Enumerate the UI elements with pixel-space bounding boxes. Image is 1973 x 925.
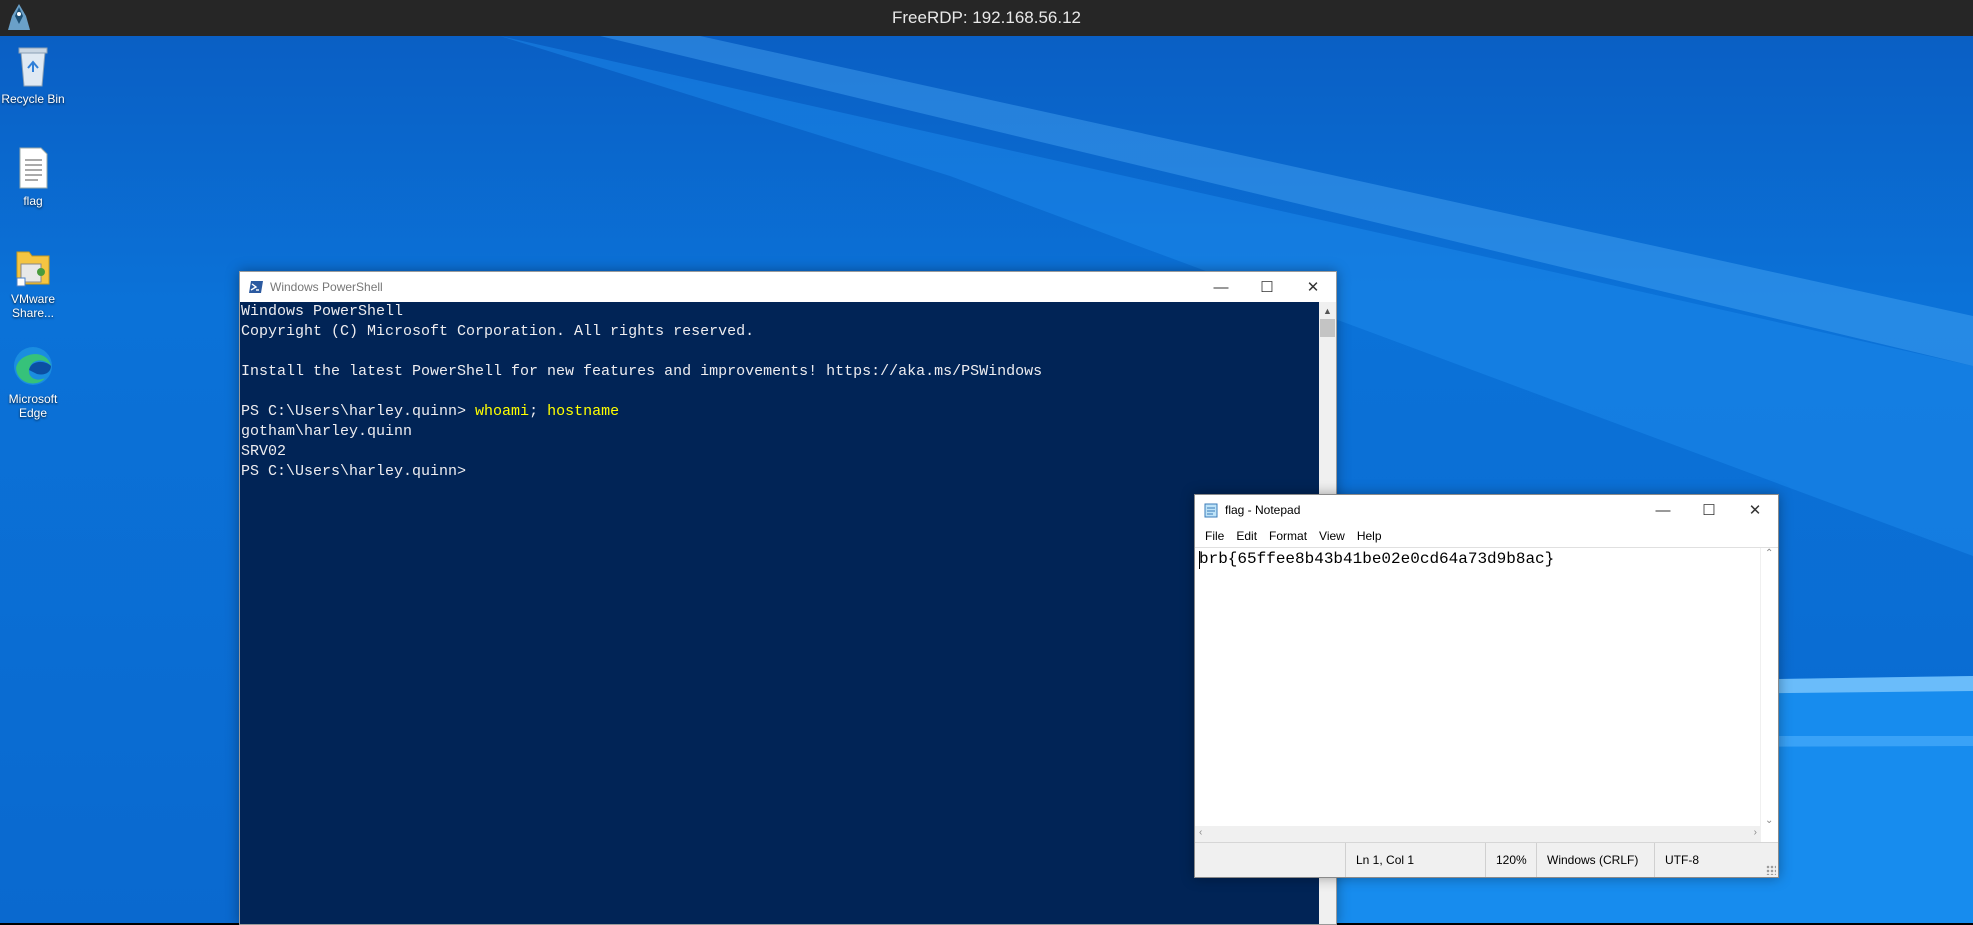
menu-view[interactable]: View xyxy=(1313,529,1351,543)
freerdp-logo-icon xyxy=(8,4,30,30)
rdp-title-bar[interactable]: FreeRDP: 192.168.56.12 xyxy=(0,0,1973,36)
desktop-icon-label: VMware Share... xyxy=(10,292,55,320)
command-hostname: hostname xyxy=(547,403,620,420)
console-line: Install the latest PowerShell for new fe… xyxy=(241,363,1043,380)
notepad-text-area[interactable]: brb{65ffee8b43b41be02e0cd64a73d9b8ac} ⌃ … xyxy=(1195,547,1778,843)
close-button[interactable]: ✕ xyxy=(1732,495,1778,525)
desktop-icon-vmware-share[interactable]: VMware Share... xyxy=(0,242,68,320)
status-position-text: Ln 1, Col 1 xyxy=(1356,853,1415,867)
console-blank-line: ​ xyxy=(241,342,1319,362)
notepad-status-bar: Ln 1, Col 1 120% Windows (CRLF) UTF-8 xyxy=(1195,842,1778,877)
notepad-title: flag - Notepad xyxy=(1225,503,1301,517)
desktop-icon-label: Microsoft Edge xyxy=(8,392,58,420)
menu-file[interactable]: File xyxy=(1199,529,1230,543)
console-line: Windows PowerShell xyxy=(241,303,404,320)
desktop-icon-flag[interactable]: flag xyxy=(0,144,68,208)
notepad-icon xyxy=(1204,503,1218,518)
menu-help[interactable]: Help xyxy=(1351,529,1388,543)
status-zoom: 120% xyxy=(1485,843,1541,877)
console-output-line: SRV02 xyxy=(241,443,287,460)
notepad-title-bar[interactable]: flag - Notepad — ☐ ✕ xyxy=(1195,495,1778,525)
shared-folder-icon xyxy=(16,251,50,287)
scroll-left-arrow-icon[interactable]: ‹ xyxy=(1199,827,1202,838)
console-output-line: gotham\harley.quinn xyxy=(241,423,413,440)
console-command-line: PS C:\Users\harley.quinn> whoami; hostna… xyxy=(241,402,1319,422)
scroll-right-arrow-icon[interactable]: › xyxy=(1754,827,1757,838)
powershell-title: Windows PowerShell xyxy=(270,280,383,294)
scroll-up-arrow-icon[interactable]: ▲ xyxy=(1319,302,1336,319)
recycle-bin-icon xyxy=(18,47,48,87)
resize-grip-icon[interactable] xyxy=(1766,865,1776,875)
notepad-window[interactable]: flag - Notepad — ☐ ✕ File Edit Format Vi… xyxy=(1194,494,1779,878)
notepad-menu-bar: File Edit Format View Help xyxy=(1195,525,1778,547)
console-prompt-line: PS C:\Users\harley.quinn> xyxy=(241,463,467,480)
powershell-console[interactable]: Windows PowerShell Copyright (C) Microsof… xyxy=(240,302,1319,924)
minimize-button[interactable]: — xyxy=(1198,272,1244,302)
powershell-window[interactable]: Windows PowerShell — ☐ ✕ Windows PowerSh… xyxy=(239,271,1337,925)
status-encoding-text: UTF-8 xyxy=(1665,853,1699,867)
powershell-icon xyxy=(249,281,263,293)
scroll-up-arrow-icon[interactable]: ⌃ xyxy=(1765,548,1773,559)
status-line-ending: Windows (CRLF) xyxy=(1536,843,1657,877)
text-file-icon xyxy=(19,147,48,189)
command-whoami: whoami xyxy=(475,403,530,420)
vertical-scrollbar[interactable]: ⌃ ⌄ xyxy=(1760,548,1778,826)
status-position: Ln 1, Col 1 xyxy=(1345,843,1486,877)
text-caret xyxy=(1199,551,1200,569)
menu-format[interactable]: Format xyxy=(1263,529,1313,543)
console-blank-line: ​ xyxy=(241,382,1319,402)
edge-icon xyxy=(14,347,52,385)
powershell-title-bar[interactable]: Windows PowerShell — ☐ ✕ xyxy=(240,272,1336,302)
desktop-icon-recycle-bin[interactable]: Recycle Bin xyxy=(0,42,68,106)
scrollbar-thumb[interactable] xyxy=(1320,319,1335,337)
prompt: PS C:\Users\harley.quinn> xyxy=(241,403,476,420)
desktop-icon-label: flag xyxy=(23,194,43,208)
status-line-ending-text: Windows (CRLF) xyxy=(1547,853,1639,867)
status-zoom-text: 120% xyxy=(1496,853,1527,867)
status-encoding: UTF-8 xyxy=(1654,843,1765,877)
command-separator: ; xyxy=(529,403,548,420)
desktop-icon-microsoft-edge[interactable]: Microsoft Edge xyxy=(0,342,68,420)
menu-edit[interactable]: Edit xyxy=(1230,529,1263,543)
console-line: Copyright (C) Microsoft Corporation. All… xyxy=(241,323,755,340)
desktop-icon-label: Recycle Bin xyxy=(1,92,65,106)
maximize-button[interactable]: ☐ xyxy=(1686,495,1732,525)
maximize-button[interactable]: ☐ xyxy=(1244,272,1290,302)
notepad-content: brb{65ffee8b43b41be02e0cd64a73d9b8ac} xyxy=(1199,550,1555,568)
rdp-title: FreeRDP: 192.168.56.12 xyxy=(891,8,1081,27)
close-button[interactable]: ✕ xyxy=(1290,272,1336,302)
scroll-down-arrow-icon[interactable]: ⌄ xyxy=(1765,815,1773,826)
minimize-button[interactable]: — xyxy=(1640,495,1686,525)
horizontal-scrollbar[interactable]: ‹ › xyxy=(1195,826,1761,843)
